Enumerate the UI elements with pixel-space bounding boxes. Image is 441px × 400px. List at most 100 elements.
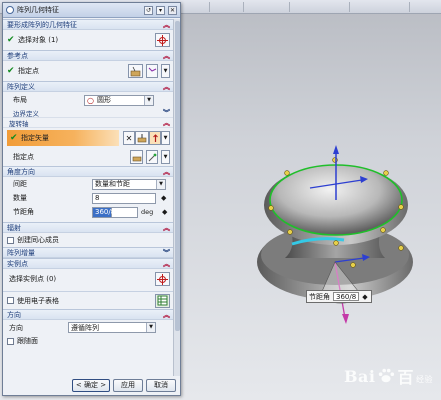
axis-inferred-point-button[interactable]: [146, 150, 158, 164]
dialog-app-icon: [6, 6, 14, 14]
select-object-row[interactable]: ✔ 选择对象 (1): [3, 30, 174, 50]
point-constructor-icon: [130, 66, 141, 76]
vector-dialog-button[interactable]: [135, 131, 149, 145]
boundary-definition-header[interactable]: 边界定义 ︾: [3, 108, 174, 118]
cancel-button[interactable]: 取消: [146, 378, 176, 392]
tooltip-value-input[interactable]: 360/8: [333, 292, 360, 301]
crosshair-icon: [157, 273, 168, 285]
expand-chevron-icon[interactable]: ︾: [163, 108, 170, 118]
inferred-vector-button[interactable]: [149, 131, 161, 145]
specify-vector-row[interactable]: ✔ 指定矢量 ✕ ▼: [3, 128, 174, 148]
point-dialog-button[interactable]: [128, 64, 143, 78]
chevron-down-icon[interactable]: ▼: [146, 323, 155, 332]
settings-icon[interactable]: ▾: [156, 5, 165, 15]
section-angular-direction[interactable]: 角度方向 ︽: [3, 166, 174, 177]
direction-select[interactable]: 遵循阵列 ▼: [68, 322, 156, 333]
reference-point-row[interactable]: ✔ 指定点 ▼: [3, 61, 174, 81]
paw-icon: [379, 368, 395, 383]
vector-type-dropdown[interactable]: ▼: [161, 131, 170, 145]
pitch-angle-input[interactable]: 360/8: [92, 206, 115, 218]
inferred-point-button[interactable]: [146, 64, 158, 78]
follow-face-checkbox[interactable]: [7, 337, 14, 345]
collapse-chevron-icon[interactable]: ︽: [163, 310, 170, 320]
create-concentric-checkbox[interactable]: [7, 236, 14, 244]
count-input[interactable]: 8: [92, 192, 156, 204]
spacing-row: 间距 数量和节距 ▼: [3, 177, 174, 191]
spacing-select[interactable]: 数量和节距 ▼: [92, 178, 166, 190]
dialog-title: 阵列几何特征: [17, 6, 59, 14]
section-title: 参考点: [7, 51, 28, 60]
chevron-down-icon[interactable]: ▼: [156, 179, 165, 189]
pitch-input-rest[interactable]: [112, 206, 138, 218]
z-axis-icon: [152, 133, 158, 142]
point-type-dropdown[interactable]: ▼: [161, 64, 170, 78]
check-icon: ✔: [10, 133, 18, 143]
section-title: 要形成阵列的几何特征: [7, 20, 77, 29]
select-object-label: 选择对象 (1): [18, 36, 59, 44]
layout-select[interactable]: ○ 圆形 ▼: [84, 94, 154, 106]
inferred-point-icon: [148, 67, 156, 72]
use-spreadsheet-checkbox[interactable]: [7, 297, 14, 304]
spreadsheet-button[interactable]: [155, 293, 170, 308]
section-instance-points[interactable]: 实例点 ︽: [3, 258, 174, 269]
section-pattern-definition[interactable]: 阵列定义 ︽: [3, 81, 174, 92]
pitch-angle-tooltip[interactable]: 节距角 360/8 ◆: [306, 290, 372, 303]
dialog-button-row: < 确定 > 应用 取消: [3, 376, 180, 394]
subsection-title: 边界定义: [13, 109, 39, 118]
scrollbar-thumb[interactable]: [175, 21, 180, 331]
ok-button[interactable]: < 确定 >: [72, 378, 110, 392]
concentric-row[interactable]: 创建同心成员: [3, 233, 174, 247]
spreadsheet-row[interactable]: 使用电子表格: [3, 291, 174, 309]
axis-point-label: 指定点: [13, 153, 34, 161]
section-radiate[interactable]: 辐射 ︽: [3, 222, 174, 233]
specify-vector-active[interactable]: ✔ 指定矢量: [7, 130, 119, 146]
chevron-down-icon[interactable]: ▼: [144, 95, 153, 105]
spacing-label: 间距: [13, 180, 27, 188]
section-title: 角度方向: [7, 167, 35, 176]
circle-icon: ○: [87, 95, 94, 105]
follow-face-row[interactable]: 跟随面: [3, 335, 174, 347]
axis-point-dialog-button[interactable]: [130, 150, 143, 164]
section-pattern-increment[interactable]: 阵列增量 ︾: [3, 247, 174, 258]
section-orientation[interactable]: 方向 ︽: [3, 309, 174, 320]
collapse-chevron-icon[interactable]: ︽: [163, 51, 170, 61]
section-title: 方向: [7, 310, 21, 319]
watermark-suffix: 经验: [416, 374, 433, 384]
collapse-chevron-icon[interactable]: ︽: [163, 118, 170, 128]
collapse-chevron-icon[interactable]: ︽: [163, 82, 170, 92]
rotation-axis-header[interactable]: 旋转轴 ︽: [3, 118, 174, 128]
section-reference-point[interactable]: 参考点 ︽: [3, 50, 174, 61]
apply-button[interactable]: 应用: [113, 378, 143, 392]
axis-point-row[interactable]: 指定点 ▼: [3, 148, 174, 166]
select-instance-label: 选择实例点 (0): [9, 275, 57, 283]
collapse-chevron-icon[interactable]: ︽: [163, 223, 170, 233]
section-features-to-pattern[interactable]: 要形成阵列的几何特征 ︽: [3, 19, 174, 30]
diamond-icon[interactable]: ◆: [362, 293, 367, 301]
select-instance-button[interactable]: [155, 272, 170, 286]
collapse-chevron-icon[interactable]: ︽: [163, 167, 170, 177]
direction-value: 遵循阵列: [71, 323, 99, 332]
section-title: 辐射: [7, 223, 21, 232]
reset-icon[interactable]: ↺: [144, 5, 153, 15]
reverse-direction-button[interactable]: ✕: [123, 131, 135, 145]
diamond-icon[interactable]: ◆: [162, 208, 167, 216]
section-title: 阵列定义: [7, 82, 35, 91]
dialog-titlebar[interactable]: 阵列几何特征 ↺ ▾ ✕: [3, 3, 180, 18]
select-object-button[interactable]: [155, 33, 170, 47]
pitch-input-wrap: 360/8: [92, 206, 138, 218]
check-icon: ✔: [7, 66, 15, 76]
collapse-chevron-icon[interactable]: ︽: [163, 20, 170, 30]
point-constructor-icon: [132, 156, 141, 162]
close-icon[interactable]: ✕: [168, 5, 177, 15]
collapse-chevron-icon[interactable]: ︽: [163, 259, 170, 269]
select-instance-row[interactable]: 选择实例点 (0): [3, 269, 174, 289]
expand-chevron-icon[interactable]: ︾: [163, 248, 170, 258]
subsection-title: 旋转轴: [9, 119, 29, 128]
axis-point-dropdown[interactable]: ▼: [161, 150, 170, 164]
diamond-icon[interactable]: ◆: [161, 194, 166, 202]
create-concentric-label: 创建同心成员: [17, 236, 59, 244]
direction-label: 方向: [9, 323, 23, 332]
follow-face-label: 跟随面: [17, 337, 38, 345]
pattern-geometry-dialog: 阵列几何特征 ↺ ▾ ✕ 要形成阵列的几何特征 ︽ ✔ 选择对象 (1) 参考点…: [2, 2, 181, 396]
dialog-scrollbar[interactable]: [173, 19, 180, 376]
